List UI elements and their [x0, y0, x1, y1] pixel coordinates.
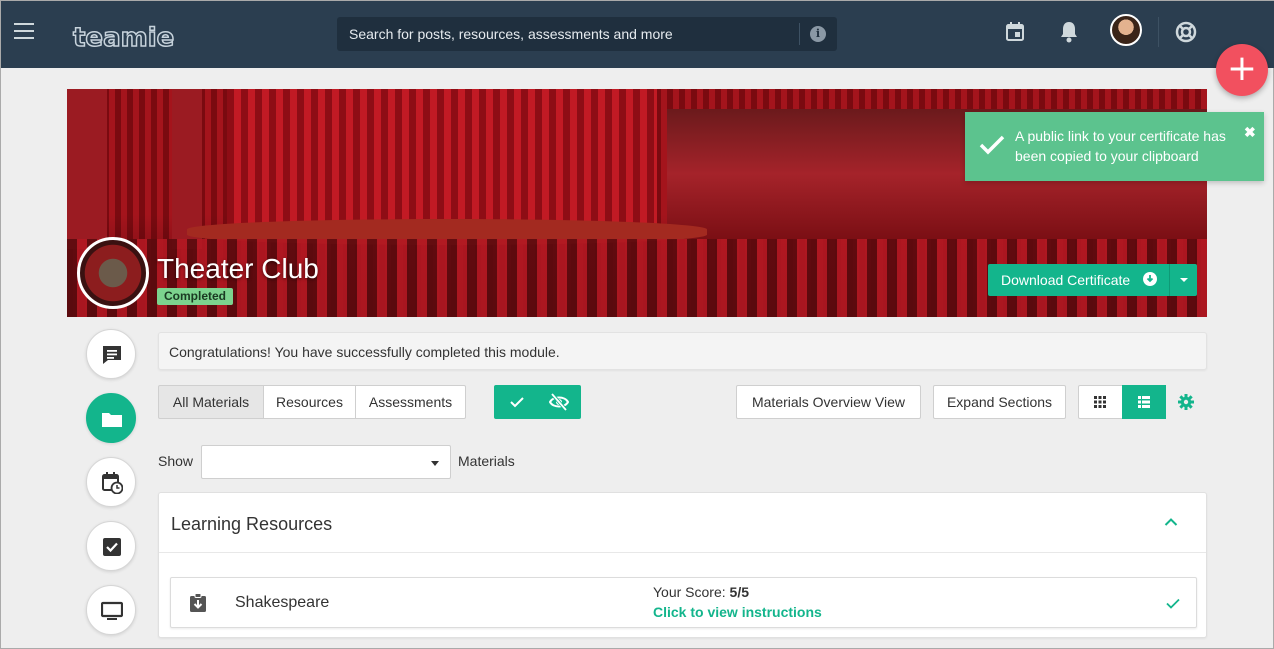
- completion-message: Congratulations! You have successfully c…: [158, 332, 1207, 370]
- top-navbar: teamie i: [1, 1, 1274, 68]
- checkbox-icon: [103, 538, 121, 556]
- avatar[interactable]: [1110, 14, 1142, 46]
- sidebar-item-tasks[interactable]: [86, 521, 136, 571]
- banner-image-curtain: [227, 89, 657, 229]
- banner-image-pillar: [67, 89, 107, 249]
- item-score: Your Score: 5/5: [653, 584, 749, 600]
- page-title: Theater Club: [157, 253, 319, 284]
- download-circle-icon: [1143, 272, 1157, 286]
- visibility-toggle-group: [494, 385, 581, 419]
- materials-overview-button[interactable]: Materials Overview View: [736, 385, 921, 419]
- calendar-icon[interactable]: [1005, 22, 1025, 42]
- sidebar-item-schedule[interactable]: [86, 457, 136, 507]
- chevron-up-icon[interactable]: [1164, 517, 1178, 527]
- assignment-download-icon: [190, 593, 206, 612]
- list-view-icon: [1138, 396, 1150, 408]
- folder-icon: [102, 413, 122, 427]
- view-instructions-link[interactable]: Click to view instructions: [653, 604, 822, 620]
- toast-message: A public link to your certificate has be…: [1015, 128, 1226, 164]
- menu-icon[interactable]: [14, 23, 34, 39]
- check-icon: [1166, 598, 1180, 609]
- eye-off-icon[interactable]: [549, 393, 569, 411]
- banner-image-pillar: [172, 89, 202, 249]
- teamie-logo[interactable]: teamie: [72, 22, 175, 54]
- check-icon[interactable]: [510, 395, 524, 409]
- check-icon: [979, 135, 1005, 155]
- bell-icon[interactable]: [1059, 21, 1079, 43]
- materials-label: Materials: [458, 453, 515, 469]
- download-certificate-label: Download Certificate: [1001, 272, 1131, 288]
- monitor-icon: [101, 601, 123, 620]
- show-select[interactable]: [201, 445, 451, 479]
- info-icon[interactable]: i: [810, 26, 826, 42]
- grid-view-icon[interactable]: [1094, 396, 1106, 408]
- add-fab-button[interactable]: +: [1216, 44, 1268, 96]
- club-avatar: [77, 237, 149, 309]
- download-certificate-button[interactable]: Download Certificate: [988, 264, 1197, 296]
- chat-icon: [103, 346, 121, 364]
- chevron-down-icon: [1180, 278, 1188, 282]
- score-value: 5/5: [729, 584, 749, 600]
- sidebar-item-discussion[interactable]: [86, 329, 136, 379]
- tab-all-materials[interactable]: All Materials: [158, 385, 264, 419]
- list-item[interactable]: Shakespeare Your Score: 5/5 Click to vie…: [170, 577, 1197, 628]
- show-label: Show: [158, 453, 194, 469]
- download-dropdown-toggle[interactable]: [1169, 264, 1197, 296]
- chevron-down-icon: [431, 461, 439, 466]
- tab-resources[interactable]: Resources: [263, 385, 356, 419]
- search-divider: [799, 23, 800, 45]
- status-badge: Completed: [157, 288, 234, 305]
- toast-notification: A public link to your certificate has be…: [965, 112, 1264, 181]
- sidebar-item-presentation[interactable]: [86, 585, 136, 635]
- expand-sections-button[interactable]: Expand Sections: [933, 385, 1066, 419]
- score-label: Your Score:: [653, 584, 726, 600]
- help-lifebuoy-icon[interactable]: [1175, 21, 1197, 43]
- topbar-divider: [1158, 17, 1159, 47]
- item-title[interactable]: Shakespeare: [235, 594, 329, 612]
- learning-resources-section: Learning Resources Shakespeare Your Scor…: [158, 492, 1207, 638]
- calendar-clock-icon: [102, 472, 123, 494]
- section-title: Learning Resources: [171, 514, 333, 534]
- gear-icon[interactable]: [1178, 394, 1194, 410]
- list-view-button[interactable]: [1122, 385, 1166, 419]
- section-header[interactable]: Learning Resources: [159, 493, 1206, 553]
- search-input[interactable]: [337, 17, 799, 51]
- sidebar-item-materials[interactable]: [86, 393, 136, 443]
- close-icon[interactable]: ✖: [1244, 124, 1256, 141]
- tab-assessments[interactable]: Assessments: [355, 385, 466, 419]
- view-mode-toggle: [1078, 385, 1166, 419]
- search-bar: i: [337, 17, 837, 51]
